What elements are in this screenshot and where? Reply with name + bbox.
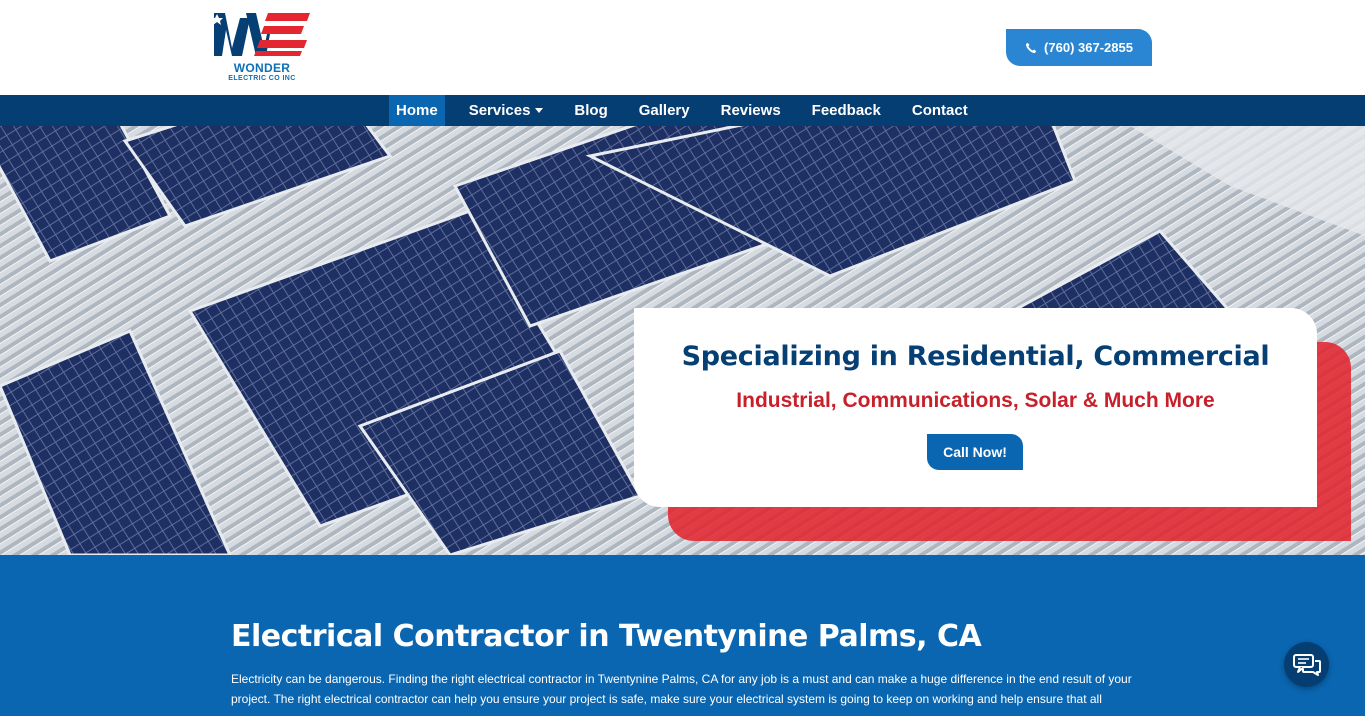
promo-subtitle: Industrial, Communications, Solar & Much… bbox=[736, 389, 1215, 412]
promo-title: Specializing in Residential, Commercial bbox=[681, 341, 1270, 372]
nav-item-gallery[interactable]: Gallery bbox=[632, 95, 697, 126]
logo[interactable]: WONDER ELECTRIC CO INC bbox=[212, 10, 312, 86]
nav-label: Feedback bbox=[811, 102, 881, 119]
nav-label: Blog bbox=[574, 102, 608, 119]
nav-item-feedback[interactable]: Feedback bbox=[805, 95, 888, 126]
nav-label: Reviews bbox=[720, 102, 781, 119]
phone-icon bbox=[1025, 42, 1037, 53]
nav-item-home[interactable]: Home bbox=[389, 95, 445, 126]
logo-name: WONDER bbox=[233, 61, 291, 75]
hero-banner: Specializing in Residential, Commercial … bbox=[0, 126, 1365, 555]
chat-icon bbox=[1292, 653, 1321, 676]
nav-item-reviews[interactable]: Reviews bbox=[714, 95, 788, 126]
call-now-button[interactable]: Call Now! bbox=[927, 434, 1023, 470]
phone-label: (760) 367-2855 bbox=[1044, 40, 1133, 55]
nav-label: Home bbox=[396, 102, 438, 119]
phone-button[interactable]: (760) 367-2855 bbox=[1006, 29, 1152, 66]
nav-label: Gallery bbox=[638, 102, 690, 119]
section-paragraph: Electricity can be dangerous. Finding th… bbox=[231, 672, 1132, 706]
nav-label: Services bbox=[468, 102, 531, 119]
site-header: WONDER ELECTRIC CO INC (760) 367-2855 bbox=[0, 0, 1365, 95]
nav-label: Contact bbox=[911, 102, 968, 119]
section-heading: Electrical Contractor in Twentynine Palm… bbox=[231, 619, 982, 654]
logo-mark-icon bbox=[212, 13, 310, 56]
nav-item-contact[interactable]: Contact bbox=[905, 95, 975, 126]
chat-button[interactable] bbox=[1284, 642, 1329, 687]
logo-subtitle: ELECTRIC CO INC bbox=[228, 75, 296, 82]
nav-item-services[interactable]: Services bbox=[462, 95, 551, 126]
nav-item-blog[interactable]: Blog bbox=[567, 95, 614, 126]
caret-down-icon bbox=[535, 108, 544, 113]
intro-section: Electrical Contractor in Twentynine Palm… bbox=[0, 555, 1365, 716]
promo-card: Specializing in Residential, Commercial … bbox=[634, 308, 1317, 507]
main-nav: Home Services Blog Gallery Reviews Feedb… bbox=[0, 95, 1365, 126]
